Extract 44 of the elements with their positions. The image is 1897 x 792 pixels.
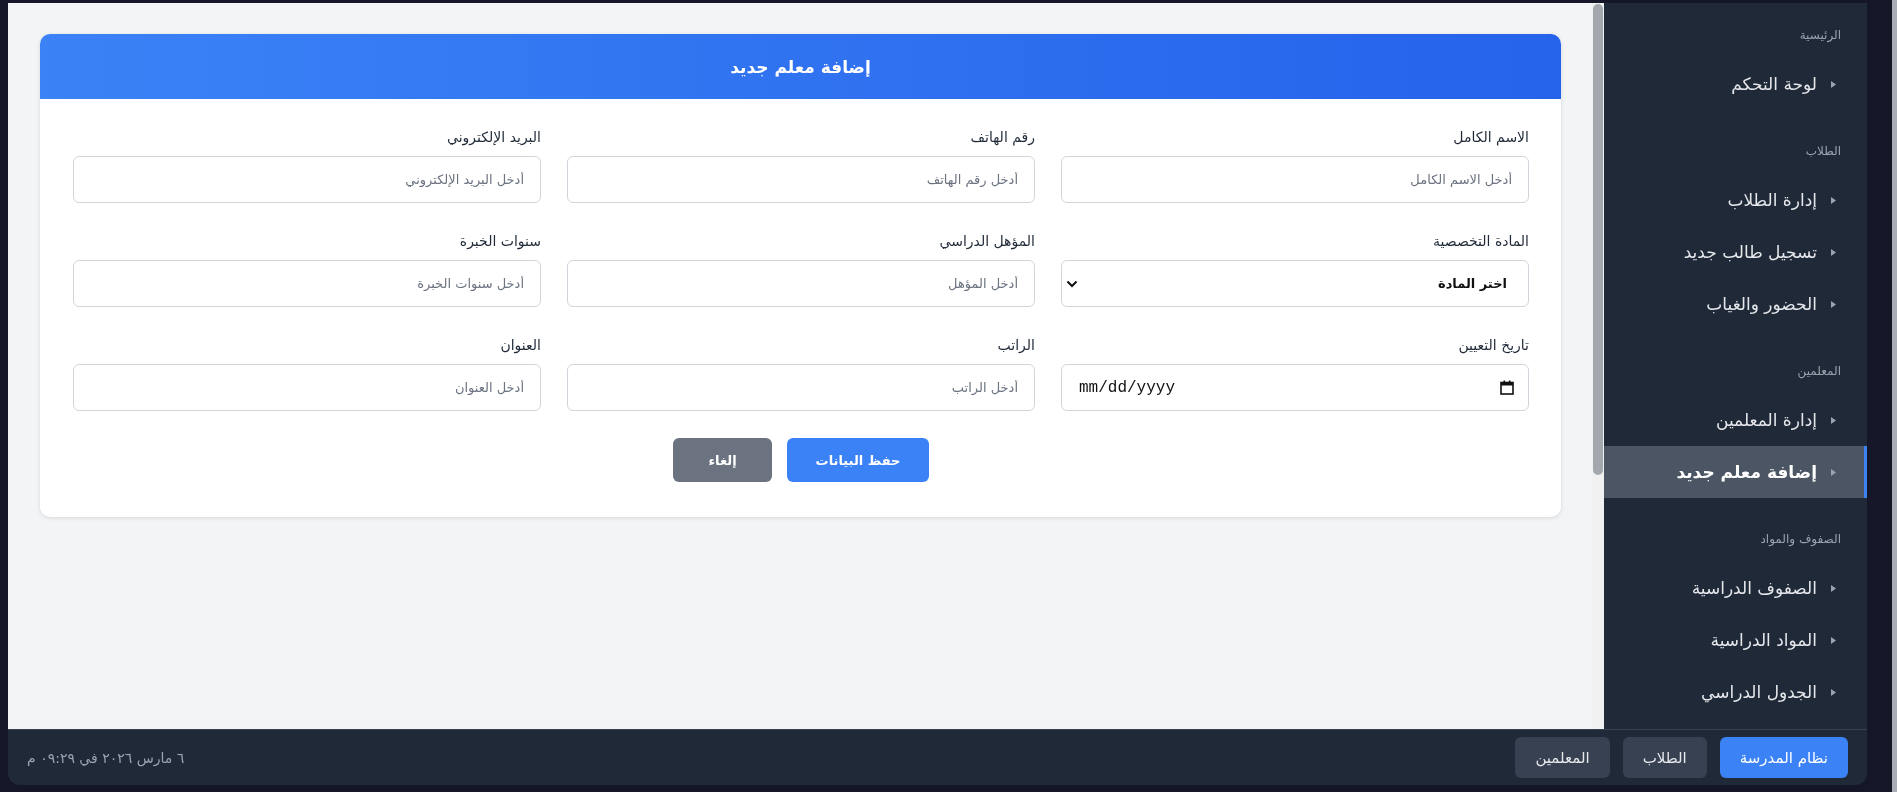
caret-icon — [1831, 584, 1836, 592]
nav-button[interactable]: نظام المدرسة — [1719, 737, 1848, 778]
caret-icon — [1831, 80, 1836, 88]
form-title: إضافة معلم جديد — [40, 34, 1561, 99]
field-label: المادة التخصصية — [1433, 232, 1529, 251]
scrollbar-thumb[interactable] — [1593, 4, 1603, 475]
sidebar-item[interactable]: الجدول الدراسي — [1604, 666, 1867, 718]
nav-button[interactable]: المعلمين — [1515, 737, 1610, 778]
sidebar-item[interactable]: الحضور والغياب — [1604, 278, 1867, 330]
date-field[interactable]: mm/dd/yyyy — [1061, 364, 1529, 411]
caret-icon — [1831, 688, 1836, 696]
field-label: الراتب — [997, 336, 1035, 355]
caret-icon — [1831, 300, 1836, 308]
section-heading: الصفوف والمواد — [1759, 531, 1842, 548]
caret-icon — [1831, 416, 1836, 424]
field-label: العنوان — [500, 336, 541, 355]
sidebar-item[interactable]: لوحة التحكم — [1604, 58, 1867, 110]
sidebar-item[interactable]: المواد الدراسية — [1604, 614, 1867, 666]
field-label: تاريخ التعيين — [1458, 336, 1529, 355]
sidebar-item[interactable]: الصفوف الدراسية — [1604, 562, 1867, 614]
field-label: رقم الهاتف — [970, 128, 1035, 147]
page-scrollbar[interactable] — [1892, 0, 1897, 792]
calendar-icon[interactable] — [1500, 380, 1514, 395]
section-heading: المعلمين — [1796, 363, 1842, 380]
select-field[interactable]: اختر المادة — [1061, 260, 1529, 307]
section-heading: الرئيسية — [1798, 27, 1842, 44]
caret-icon — [1831, 468, 1836, 476]
caret-icon — [1831, 196, 1836, 204]
caret-icon — [1831, 248, 1836, 256]
sidebar-item[interactable]: إضافة معلم جديد — [1604, 446, 1867, 498]
field-label: سنوات الخبرة — [459, 232, 541, 251]
save-button[interactable]: حفظ البيانات — [787, 438, 929, 482]
nav-button[interactable]: الطلاب — [1622, 737, 1707, 778]
sidebar-item[interactable]: تسجيل طالب جديد — [1604, 226, 1867, 278]
chevron-down-icon — [1066, 279, 1078, 288]
caret-icon — [1831, 636, 1836, 644]
section-heading: الطلاب — [1804, 143, 1842, 160]
sidebar-item[interactable]: إدارة المعلمين — [1604, 394, 1867, 446]
sidebar-item[interactable]: إدارة الطلاب — [1604, 174, 1867, 226]
field-label: الاسم الكامل — [1453, 128, 1529, 147]
field-label: المؤهل الدراسي — [939, 232, 1035, 251]
timestamp: ٦ مارس ٢٠٢٦ في ٠٩:٢٩ م — [27, 749, 185, 766]
field-label: البريد الإلكتروني — [447, 128, 541, 147]
cancel-button[interactable]: إلغاء — [673, 438, 772, 482]
